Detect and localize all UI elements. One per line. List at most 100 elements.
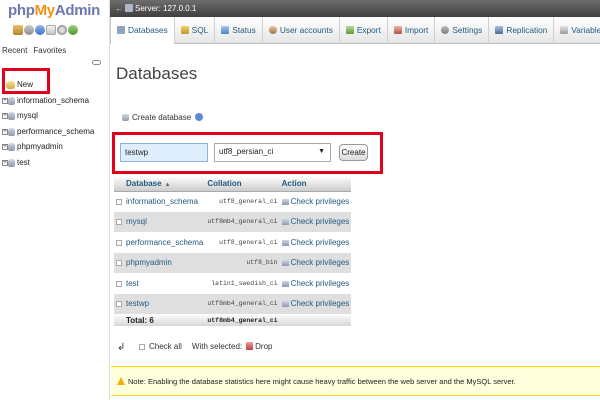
check-privileges-link[interactable]: Check privileges: [291, 299, 350, 308]
main-tabs: Databases SQL Status User accounts Export Imp…: [110, 17, 600, 44]
table-row: mysql utf8mb4_general_ci Check privileges: [114, 211, 352, 232]
tree-item-database[interactable]: + mysql: [0, 108, 110, 124]
total-label: Total: 6: [124, 314, 206, 326]
privileges-icon: [281, 239, 289, 246]
row-checkbox[interactable]: [116, 219, 122, 226]
favorites-tab[interactable]: Favorites: [33, 46, 66, 55]
create-database-text: Create database: [132, 113, 192, 122]
tab-label: SQL: [191, 25, 209, 35]
database-name-link[interactable]: mysql: [124, 211, 206, 232]
page-title: Databases: [116, 64, 198, 83]
row-checkbox[interactable]: [116, 239, 122, 246]
nav-toolbar: [13, 25, 78, 35]
highlight-box-new: [2, 68, 50, 94]
collation-cell: utf8_bin: [205, 252, 280, 273]
total-collation: utf8mb4_general_ci: [205, 314, 280, 326]
check-privileges-link[interactable]: Check privileges: [291, 279, 350, 288]
server-icon: [125, 4, 133, 12]
action-cell: Check privileges: [279, 232, 352, 253]
row-checkbox[interactable]: [116, 199, 122, 205]
export-icon: [345, 26, 354, 34]
collation-select[interactable]: utf8_persian_ci ▼: [214, 143, 331, 162]
tree-item-database[interactable]: + test: [0, 155, 110, 171]
header-database[interactable]: Database ▲: [124, 176, 206, 192]
bulk-actions: ↲ Check all With selected: Drop: [117, 342, 273, 353]
help-icon[interactable]: [35, 25, 45, 35]
tree-item-label[interactable]: phpmyadmin: [17, 142, 63, 151]
select-arrow-icon: ↲: [117, 342, 126, 353]
tree-item-database[interactable]: + phpmyadmin: [0, 139, 110, 155]
tab-label: Import: [404, 25, 429, 35]
variables-icon: [560, 26, 569, 34]
action-cell: Check privileges: [279, 293, 352, 314]
recent-tab[interactable]: Recent: [2, 46, 27, 55]
tab-status[interactable]: Status: [215, 17, 263, 44]
check-privileges-link[interactable]: Check privileges: [291, 217, 350, 226]
tab-settings[interactable]: Settings: [435, 17, 490, 44]
collation-cell: utf8mb4_general_ci: [205, 293, 280, 314]
tab-label: Export: [356, 25, 381, 35]
action-cell: Check privileges: [279, 211, 352, 232]
check-privileges-link[interactable]: Check privileges: [291, 238, 350, 247]
collation-cell: utf8_general_ci: [205, 232, 280, 253]
tab-user-accounts[interactable]: User accounts: [263, 17, 340, 44]
create-database-label: Create database: [122, 113, 204, 122]
collation-cell: utf8mb4_general_ci: [205, 211, 280, 232]
tab-sql[interactable]: SQL: [175, 17, 216, 44]
warning-icon: [117, 377, 125, 385]
table-row: performance_schema utf8_general_ci Check p…: [114, 232, 352, 253]
database-name-link[interactable]: phpmyadmin: [124, 252, 206, 273]
row-checkbox-cell: [114, 211, 124, 232]
row-checkbox[interactable]: [116, 301, 122, 308]
recent-favorites: Recent Favorites: [2, 46, 72, 55]
collation-cell: utf8_general_ci: [205, 191, 280, 212]
tree-item-database[interactable]: + performance_schema: [0, 124, 110, 140]
reload-icon[interactable]: [68, 25, 78, 35]
row-checkbox-cell: [114, 252, 124, 273]
database-name-input[interactable]: [120, 143, 208, 162]
database-name-link[interactable]: testwp: [124, 293, 206, 314]
row-checkbox[interactable]: [116, 280, 122, 287]
tab-export[interactable]: Export: [340, 17, 388, 44]
back-arrow-icon[interactable]: ←: [115, 0, 123, 17]
settings-icon[interactable]: [57, 25, 67, 35]
server-label[interactable]: Server: 127.0.0.1: [135, 4, 196, 13]
docs-icon[interactable]: [46, 25, 56, 35]
row-checkbox-cell: [114, 191, 124, 212]
row-checkbox[interactable]: [116, 260, 122, 267]
tab-databases[interactable]: Databases: [110, 17, 175, 44]
check-all-checkbox[interactable]: [139, 344, 145, 350]
settings-icon: [441, 26, 450, 34]
database-name-link[interactable]: test: [124, 273, 206, 294]
privileges-icon: [281, 280, 289, 287]
tree-item-label[interactable]: test: [17, 158, 30, 167]
collation-cell: latin1_swedish_ci: [205, 273, 280, 294]
check-privileges-link[interactable]: Check privileges: [291, 258, 350, 267]
database-icon: [8, 158, 15, 167]
tree-item-label[interactable]: performance_schema: [17, 127, 94, 136]
table-total-row: Total: 6 utf8mb4_general_ci: [114, 314, 352, 326]
drop-icon[interactable]: [246, 342, 254, 350]
tree-item-label[interactable]: mysql: [17, 111, 38, 120]
drop-button[interactable]: Drop: [255, 342, 272, 351]
tab-variables[interactable]: Variables: [554, 17, 600, 44]
home-icon[interactable]: [13, 25, 23, 35]
link-icon[interactable]: [92, 60, 101, 65]
database-name-link[interactable]: information_schema: [124, 191, 206, 212]
notice-text: Note: Enabling the database statistics h…: [128, 377, 516, 386]
navigation-panel: phpMyAdmin Recent Favorites New + informati…: [0, 0, 110, 400]
create-button[interactable]: Create: [339, 144, 368, 161]
tab-import[interactable]: Import: [388, 17, 436, 44]
action-cell: Check privileges: [279, 252, 352, 273]
tree-item-label[interactable]: information_schema: [17, 96, 89, 105]
phpmyadmin-logo[interactable]: phpMyAdmin: [8, 2, 100, 19]
databases-icon: [117, 26, 125, 34]
check-privileges-link[interactable]: Check privileges: [291, 197, 350, 206]
exit-icon[interactable]: [24, 25, 34, 35]
header-collation[interactable]: Collation: [205, 176, 280, 192]
database-name-link[interactable]: performance_schema: [124, 232, 206, 253]
check-all-label[interactable]: Check all: [149, 342, 182, 351]
help-icon[interactable]: [195, 113, 204, 121]
tab-replication[interactable]: Replication: [489, 17, 555, 44]
tree-item-database[interactable]: + information_schema: [0, 93, 110, 109]
